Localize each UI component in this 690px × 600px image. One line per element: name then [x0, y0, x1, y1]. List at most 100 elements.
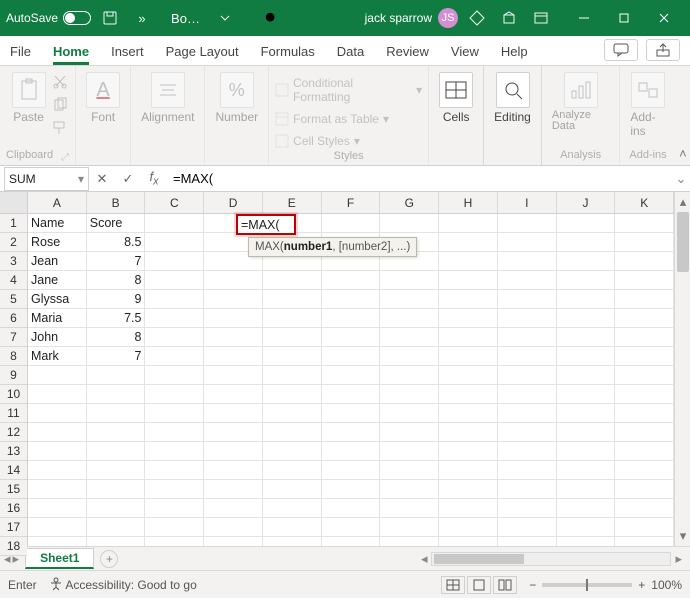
cell[interactable]: Mark: [28, 347, 87, 366]
cell[interactable]: [557, 252, 616, 271]
cell[interactable]: 8: [87, 328, 146, 347]
dropdown-icon[interactable]: [212, 5, 238, 31]
minimize-button[interactable]: [564, 0, 604, 36]
cell[interactable]: [615, 290, 674, 309]
normal-view-button[interactable]: [441, 576, 465, 594]
cell[interactable]: [204, 328, 263, 347]
row-header[interactable]: 2: [0, 233, 27, 252]
cell[interactable]: [439, 385, 498, 404]
cell[interactable]: [204, 347, 263, 366]
tab-home[interactable]: Home: [53, 40, 89, 65]
cell[interactable]: [498, 290, 557, 309]
cell[interactable]: [615, 480, 674, 499]
cell[interactable]: [615, 328, 674, 347]
zoom-in-button[interactable]: +: [638, 578, 645, 592]
cell[interactable]: [615, 233, 674, 252]
editing-button[interactable]: Editing: [490, 70, 535, 126]
cell[interactable]: [380, 461, 439, 480]
cell[interactable]: 7: [87, 252, 146, 271]
zoom-out-button[interactable]: −: [529, 578, 536, 592]
cell[interactable]: [28, 385, 87, 404]
cell[interactable]: [87, 366, 146, 385]
cell[interactable]: [28, 404, 87, 423]
row-header[interactable]: 7: [0, 328, 27, 347]
cell[interactable]: [557, 271, 616, 290]
cell[interactable]: [145, 271, 204, 290]
cell[interactable]: [439, 537, 498, 546]
cell[interactable]: [28, 423, 87, 442]
cell[interactable]: [439, 271, 498, 290]
cell[interactable]: [557, 366, 616, 385]
cell[interactable]: [145, 290, 204, 309]
accessibility-status[interactable]: Accessibility: Good to go: [49, 577, 197, 592]
add-sheet-button[interactable]: +: [100, 550, 118, 568]
zoom-control[interactable]: − + 100%: [529, 578, 682, 592]
cell[interactable]: [439, 442, 498, 461]
cell[interactable]: [380, 480, 439, 499]
cell[interactable]: [439, 252, 498, 271]
account-button[interactable]: jack sparrow JS: [365, 8, 458, 28]
zoom-level[interactable]: 100%: [651, 578, 682, 592]
column-header[interactable]: A: [28, 192, 87, 213]
scrollbar-thumb[interactable]: [434, 554, 524, 564]
comments-button[interactable]: [604, 39, 638, 61]
cell[interactable]: [145, 328, 204, 347]
cell[interactable]: [615, 499, 674, 518]
cell[interactable]: [145, 214, 204, 233]
cell[interactable]: Rose: [28, 233, 87, 252]
cell[interactable]: [439, 328, 498, 347]
diamond-icon[interactable]: [464, 5, 490, 31]
cell[interactable]: [28, 499, 87, 518]
cell[interactable]: [322, 537, 381, 546]
more-qat-icon[interactable]: »: [129, 5, 155, 31]
row-header[interactable]: 10: [0, 385, 27, 404]
cell[interactable]: [380, 214, 439, 233]
cell[interactable]: [498, 537, 557, 546]
tab-review[interactable]: Review: [386, 40, 429, 65]
cell[interactable]: [28, 442, 87, 461]
cell[interactable]: [557, 518, 616, 537]
row-header[interactable]: 15: [0, 480, 27, 499]
cell[interactable]: Maria: [28, 309, 87, 328]
cell[interactable]: [380, 385, 439, 404]
window-mode-icon[interactable]: [528, 5, 554, 31]
row-header[interactable]: 3: [0, 252, 27, 271]
row-header[interactable]: 16: [0, 499, 27, 518]
number-button[interactable]: %Number: [211, 70, 262, 126]
vertical-scrollbar[interactable]: ▴ ▾: [674, 192, 690, 546]
clipboard-launcher-icon[interactable]: ⤢: [61, 152, 69, 163]
cell[interactable]: [87, 442, 146, 461]
autosave-toggle[interactable]: AutoSave: [6, 11, 91, 25]
cell[interactable]: [263, 499, 322, 518]
cell[interactable]: Jean: [28, 252, 87, 271]
cell[interactable]: [87, 461, 146, 480]
cell[interactable]: [557, 233, 616, 252]
row-header[interactable]: 11: [0, 404, 27, 423]
cell[interactable]: [145, 537, 204, 546]
insert-function-button[interactable]: fx: [141, 167, 167, 191]
tab-insert[interactable]: Insert: [111, 40, 144, 65]
cell[interactable]: [557, 480, 616, 499]
cell[interactable]: [439, 233, 498, 252]
cell[interactable]: [498, 423, 557, 442]
cell[interactable]: [87, 537, 146, 546]
cell[interactable]: [498, 252, 557, 271]
row-header[interactable]: 12: [0, 423, 27, 442]
cell[interactable]: [263, 290, 322, 309]
cell[interactable]: [263, 347, 322, 366]
column-header[interactable]: C: [145, 192, 204, 213]
cell[interactable]: [263, 442, 322, 461]
column-header[interactable]: K: [615, 192, 674, 213]
cell[interactable]: [557, 214, 616, 233]
row-header[interactable]: 18: [0, 537, 27, 556]
cell[interactable]: [615, 404, 674, 423]
cell[interactable]: [145, 442, 204, 461]
tab-view[interactable]: View: [451, 40, 479, 65]
name-box[interactable]: SUM ▾: [4, 167, 89, 191]
column-header[interactable]: G: [380, 192, 439, 213]
cell[interactable]: 8: [87, 271, 146, 290]
cell[interactable]: [322, 461, 381, 480]
cell[interactable]: [557, 499, 616, 518]
cell[interactable]: [439, 461, 498, 480]
cell[interactable]: [498, 328, 557, 347]
